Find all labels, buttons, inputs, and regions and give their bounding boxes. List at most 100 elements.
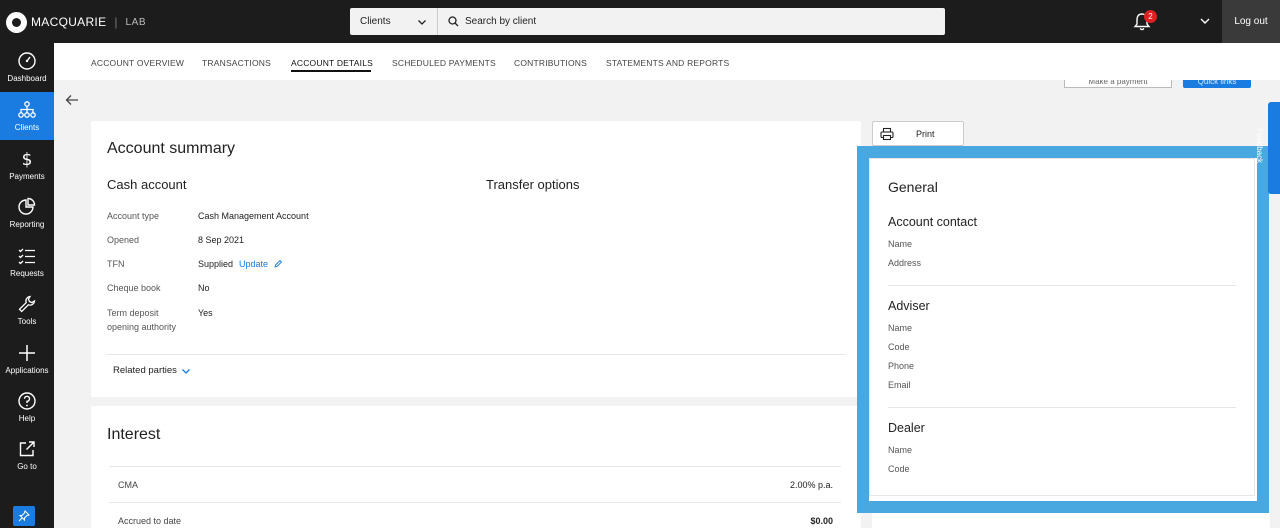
term-deposit-value: Yes (198, 308, 213, 318)
tab-contributions[interactable]: CONTRIBUTIONS (514, 58, 587, 68)
sidebar-item-applications[interactable]: Applications (0, 335, 54, 383)
sidebar-label: Applications (5, 366, 49, 375)
logout-button[interactable]: Log out (1222, 0, 1280, 43)
general-divider (888, 407, 1236, 408)
brand-env: LAB (125, 16, 147, 28)
dashboard-icon (18, 52, 36, 70)
account-contact-address-label: Address (888, 258, 922, 268)
interest-title: Interest (107, 426, 161, 443)
tab-account-overview[interactable]: ACCOUNT OVERVIEW (91, 58, 184, 68)
sidebar-item-clients[interactable]: Clients (0, 92, 54, 140)
plus-icon (19, 345, 35, 361)
account-type-label: Account type (107, 211, 160, 221)
tab-statements-and-reports[interactable]: STATEMENTS AND REPORTS (606, 58, 729, 68)
edit-icon (273, 259, 282, 268)
transfer-options-heading: Transfer options (486, 177, 580, 192)
interest-row: CMA 2.00% p.a. (109, 466, 841, 502)
quick-links-button[interactable]: Quick links (1183, 80, 1251, 88)
checklist-icon (18, 248, 35, 265)
account-summary-title: Account summary (107, 140, 236, 157)
dollar-icon: $ (22, 150, 33, 169)
search-field (438, 8, 945, 35)
dealer-name-label: Name (888, 445, 913, 455)
external-link-icon (19, 441, 35, 457)
cash-account-heading: Cash account (107, 177, 187, 192)
dealer-heading: Dealer (888, 421, 925, 435)
brand-logo[interactable]: MACQUARIE | LAB (6, 11, 146, 33)
interest-row: Accrued to date $0.00 (109, 502, 841, 528)
search-input[interactable] (465, 16, 765, 27)
opened-value: 8 Sep 2021 (198, 235, 245, 245)
tab-bar: ACCOUNT OVERVIEW TRANSACTIONS ACCOUNT DE… (54, 43, 1280, 80)
account-summary-card: Account summary Cash account Transfer op… (91, 121, 861, 397)
feedback-tab[interactable] (1268, 102, 1280, 194)
account-contact-name-label: Name (888, 239, 913, 249)
search-icon (448, 16, 459, 27)
opened-label: Opened (107, 235, 140, 245)
sidebar-item-payments[interactable]: $ Payments (0, 141, 54, 189)
sidebar: Dashboard Clients $ Payments Reporting R… (0, 43, 54, 528)
printer-icon (880, 127, 894, 140)
adviser-phone-label: Phone (888, 361, 915, 371)
client-type-select[interactable]: Clients (350, 8, 438, 35)
make-payment-button[interactable]: Make a payment (1064, 80, 1172, 88)
sidebar-label: Help (18, 414, 36, 423)
active-tab-indicator (291, 70, 371, 72)
help-icon (18, 392, 36, 410)
tfn-label: TFN (107, 259, 125, 269)
notification-badge: 2 (1144, 10, 1157, 23)
cheque-book-value: No (198, 283, 210, 293)
svg-text:$: $ (22, 150, 33, 169)
interest-row-value: 2.00% p.a. (789, 480, 833, 490)
tfn-value-group: Supplied Update (198, 259, 283, 269)
general-card: General Account contact Name Address Adv… (869, 158, 1255, 496)
top-bar: MACQUARIE | LAB Clients 2 Log out (0, 0, 1280, 43)
interest-card: Interest CMA 2.00% p.a. Accrued to date … (91, 406, 861, 528)
related-parties-label: Related parties (113, 365, 177, 376)
secondary-card (872, 513, 1270, 528)
related-parties-toggle[interactable]: Related parties (113, 365, 191, 376)
update-tfn-link[interactable]: Update (239, 259, 283, 269)
sidebar-item-dashboard[interactable]: Dashboard (0, 43, 54, 91)
adviser-name-label: Name (888, 323, 913, 333)
sidebar-label: Payments (9, 172, 45, 181)
summary-divider (107, 354, 845, 355)
sidebar-label: Tools (17, 317, 37, 326)
interest-row-label: Accrued to date (118, 516, 182, 526)
pin-icon (18, 510, 30, 522)
sidebar-item-reporting[interactable]: Reporting (0, 189, 54, 237)
dealer-code-label: Code (888, 464, 910, 474)
interest-row-value: $0.00 (810, 516, 833, 526)
account-type-value: Cash Management Account (198, 211, 309, 221)
sidebar-item-help[interactable]: Help (0, 383, 54, 431)
print-button[interactable]: Print (872, 121, 964, 146)
adviser-code-label: Code (888, 342, 910, 352)
brand-name: MACQUARIE (31, 15, 107, 29)
pin-sidebar-button[interactable] (13, 506, 35, 526)
tfn-value: Supplied (198, 259, 234, 269)
back-arrow-icon[interactable] (64, 92, 80, 108)
sidebar-item-requests[interactable]: Requests (0, 238, 54, 286)
tab-transactions[interactable]: TRANSACTIONS (202, 58, 271, 68)
update-link-label: Update (239, 259, 269, 269)
adviser-email-label: Email (888, 380, 911, 390)
sidebar-label: Requests (10, 269, 44, 278)
sidebar-item-go-to[interactable]: Go to (0, 431, 54, 479)
logo-icon (6, 11, 27, 33)
tab-scheduled-payments[interactable]: SCHEDULED PAYMENTS (392, 58, 496, 68)
brand-separator: | (114, 15, 118, 29)
tab-account-details[interactable]: ACCOUNT DETAILS (291, 58, 373, 68)
sidebar-item-tools[interactable]: Tools (0, 286, 54, 334)
feedback-label: Feedback (1255, 128, 1264, 164)
adviser-heading: Adviser (888, 299, 930, 313)
term-deposit-label: Term deposit opening authority (107, 308, 177, 332)
pie-chart-icon (18, 197, 36, 215)
chevron-down-icon (418, 19, 426, 25)
user-menu-chevron-icon[interactable] (1198, 14, 1212, 28)
search-bar: Clients (350, 8, 945, 35)
sidebar-label: Clients (14, 123, 40, 132)
wrench-icon (18, 295, 36, 313)
interest-row-label: CMA (118, 480, 138, 490)
clients-icon (18, 101, 36, 118)
general-title: General (888, 179, 938, 195)
